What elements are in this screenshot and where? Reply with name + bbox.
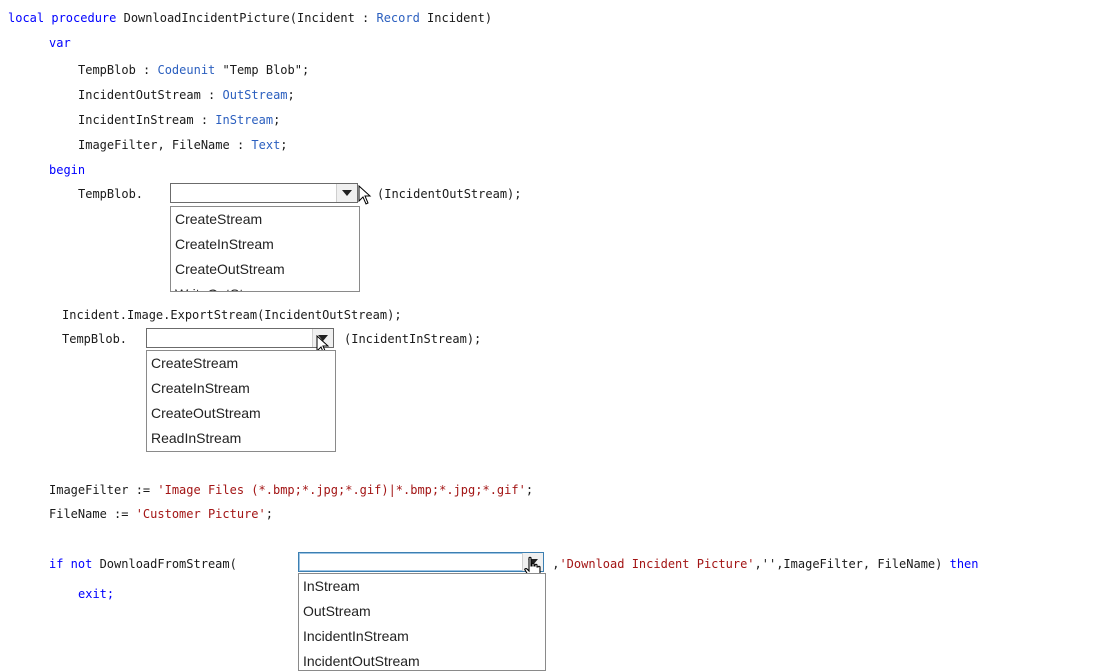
dropdown-option[interactable]: InStream (299, 574, 545, 599)
tempblob-call-suffix-2: (IncidentInStream); (344, 332, 482, 346)
method-dropdown-list-1: CreateStream CreateInStream CreateOutStr… (170, 206, 360, 292)
tempblob-call-suffix: (IncidentOutStream); (377, 187, 522, 201)
declaration-name: IncidentOutStream : (78, 88, 223, 102)
dropdown-option[interactable]: OutStream (299, 599, 545, 624)
assignment-lhs: FileName := (49, 507, 136, 521)
type-outstream: OutStream (222, 88, 288, 102)
stream-dropdown-3[interactable] (298, 552, 544, 572)
dropdown-option[interactable]: CreateOutStream (147, 401, 335, 426)
declaration-imagefilter-filename: ImageFilter, FileName : Text; (78, 137, 288, 153)
tempblob-call-prefix: TempBlob. (78, 187, 144, 201)
statement-end: ; (525, 483, 534, 497)
type-instream: InStream (215, 113, 274, 127)
declaration-name: TempBlob : (78, 63, 158, 77)
keyword-local-procedure: local procedure (8, 11, 117, 25)
if-download-suffix: ,'Download Incident Picture','',ImageFil… (545, 556, 979, 572)
method-dropdown-2[interactable] (146, 328, 334, 348)
declaration-rest: ; (273, 113, 281, 127)
dropdown-option[interactable]: ReadInStream (147, 426, 335, 451)
declaration-incidentoutstream: IncidentOutStream : OutStream; (78, 87, 295, 103)
procedure-signature-end: Incident) (419, 11, 493, 25)
dropdown-option[interactable]: IncidentInStream (299, 624, 545, 649)
assignment-lhs: ImageFilter := (49, 483, 158, 497)
dropdown-option[interactable]: CreateStream (147, 351, 335, 376)
statement-end: ; (265, 507, 273, 521)
declaration-rest: "Temp Blob"; (215, 63, 310, 77)
dropdown-option[interactable]: IncidentOutStream (299, 649, 545, 670)
mouse-pointer-icon (358, 185, 372, 205)
keyword-var: var (49, 36, 71, 50)
keyword-exit: exit; (78, 587, 115, 601)
method-dropdown-list-2: CreateStream CreateInStream CreateOutStr… (146, 350, 336, 452)
dropdown-option[interactable]: CreateInStream (147, 376, 335, 401)
declaration-incidentinstream: IncidentInStream : InStream; (78, 112, 280, 128)
if-download-prefix: if not DownloadFromStream( (49, 556, 237, 572)
string-literal: 'Image Files (*.bmp;*.jpg;*.gif)|*.bmp;*… (157, 483, 526, 497)
argument-separator: , (545, 557, 560, 571)
dropdown-option[interactable]: WriteOutStream (171, 282, 359, 291)
declaration-tempblob: TempBlob : Codeunit "Temp Blob"; (78, 62, 309, 78)
keyword-if-not: if not (49, 557, 93, 571)
declaration-name: ImageFilter, FileName : (78, 138, 252, 152)
export-stream-line: Incident.Image.ExportStream(IncidentOutS… (62, 308, 402, 322)
caret-down-icon (342, 190, 352, 196)
keyword-then: then (942, 557, 979, 571)
string-literal: 'Customer Picture' (135, 507, 266, 521)
imagefilter-assignment: ImageFilter := 'Image Files (*.bmp;*.jpg… (49, 482, 533, 498)
keyword-begin: begin (49, 163, 86, 177)
procedure-signature: DownloadIncidentPicture(Incident : (116, 11, 377, 25)
type-record: Record (376, 11, 420, 25)
declaration-rest: ; (280, 138, 288, 152)
procedure-declaration-line: local procedure DownloadIncidentPicture(… (8, 10, 492, 26)
dropdown-option[interactable]: CreateOutStream (171, 257, 359, 282)
dropdown-option[interactable]: CreateStream (171, 207, 359, 232)
dropdown-toggle-button[interactable] (336, 184, 357, 202)
declaration-rest: ; (287, 88, 295, 102)
method-dropdown-1[interactable] (170, 183, 358, 203)
dropdown-option[interactable]: CreateInStream (171, 232, 359, 257)
filename-assignment: FileName := 'Customer Picture'; (49, 506, 273, 522)
tempblob-call-prefix-2: TempBlob. (62, 332, 128, 346)
type-codeunit: Codeunit (157, 63, 216, 77)
stream-dropdown-list-3: InStream OutStream IncidentInStream Inci… (298, 573, 546, 671)
type-text: Text (251, 138, 281, 152)
declaration-name: IncidentInStream : (78, 113, 216, 127)
call-arguments: ,'',ImageFilter, FileName) (754, 557, 943, 571)
function-call: DownloadFromStream( (92, 557, 237, 571)
string-literal: 'Download Incident Picture' (559, 557, 755, 571)
